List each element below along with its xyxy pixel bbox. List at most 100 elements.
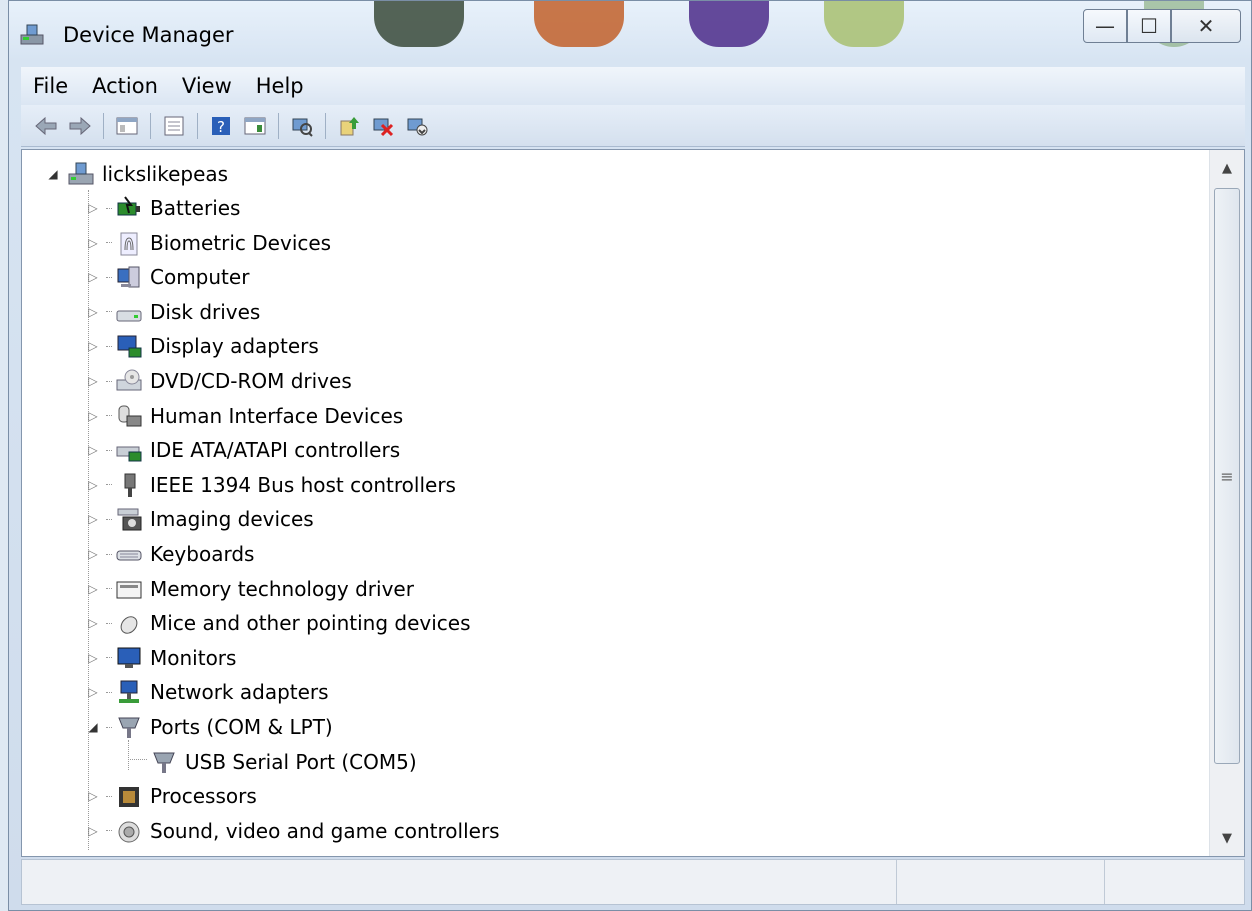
category-label: Keyboards [150, 542, 255, 566]
expand-arrow-icon[interactable]: ▷ [86, 339, 100, 353]
tree-category[interactable]: ▷ IDE ATA/ATAPI controllers [86, 433, 400, 467]
expand-arrow-icon[interactable]: ▷ [86, 443, 100, 457]
tree-connector [106, 242, 112, 244]
monitor-icon [114, 644, 144, 672]
tree-category[interactable]: ▷ Computer [86, 260, 249, 294]
maximize-icon: ☐ [1140, 14, 1158, 38]
category-label: Batteries [150, 196, 241, 220]
tree-category[interactable]: ▷ DVD/CD-ROM drives [86, 364, 351, 398]
category-label: Monitors [150, 645, 237, 670]
device-manager-app-icon [19, 23, 45, 47]
grip-icon: ≡ [1220, 466, 1234, 486]
category-label: Imaging devices [150, 507, 314, 532]
help-button[interactable]: ? [208, 113, 234, 139]
tree-category[interactable]: ▷ Imaging devices [86, 502, 314, 536]
expand-arrow-icon[interactable]: ▷ [86, 789, 100, 803]
update-driver-icon [340, 116, 359, 135]
maximize-button[interactable]: ☐ [1127, 9, 1171, 43]
expand-arrow-icon[interactable]: ▷ [86, 201, 100, 215]
uninstall-icon [373, 118, 394, 136]
tree-category[interactable]: ▷ Memory technology driver [86, 572, 414, 606]
scan-hardware-button[interactable] [289, 113, 315, 139]
tree-category[interactable]: ▷ Display adapters [86, 329, 318, 363]
expand-arrow-icon[interactable]: ▷ [86, 685, 100, 699]
status-separator [896, 860, 897, 904]
expand-arrow-icon[interactable]: ▷ [86, 270, 100, 284]
expand-arrow-icon[interactable]: ▷ [86, 512, 100, 526]
uninstall-button[interactable] [370, 113, 396, 139]
tree-category[interactable]: ▷ Batteries [86, 191, 240, 225]
device-manager-window: Device Manager — ☐ ✕ File Action View He… [8, 0, 1252, 911]
forward-button[interactable] [67, 113, 93, 139]
category-label: IEEE 1394 Bus host controllers [150, 472, 456, 497]
port-icon [114, 713, 144, 741]
processor-icon [114, 782, 144, 810]
scroll-down-button[interactable]: ▼ [1210, 820, 1244, 856]
expand-arrow-icon[interactable]: ▷ [86, 374, 100, 388]
expand-arrow-icon[interactable]: ▷ [86, 824, 100, 838]
show-hide-console-tree-button[interactable] [114, 113, 140, 139]
disable-icon [407, 118, 428, 135]
tree-category[interactable]: ▷ Disk drives [86, 295, 260, 329]
category-label: Processors [150, 784, 257, 809]
tree-connector [106, 795, 112, 797]
tree-root[interactable]: ◢ lickslikepeas [46, 157, 228, 191]
tree-device[interactable]: USB Serial Port (COM5) [128, 744, 417, 779]
menu-view[interactable]: View [170, 74, 244, 98]
expand-arrow-icon[interactable]: ▷ [86, 651, 100, 665]
tree-connector [106, 207, 112, 209]
toolbar-separator [103, 112, 104, 139]
computer-icon [66, 160, 96, 188]
menu-help[interactable]: Help [244, 74, 316, 98]
minimize-button[interactable]: — [1083, 9, 1127, 43]
tree-category[interactable]: ◢ Ports (COM & LPT) [86, 710, 332, 744]
tree-connector [106, 657, 112, 659]
toolbar-separator [150, 112, 151, 139]
tree-connector [106, 449, 112, 451]
collapse-arrow-icon[interactable]: ◢ [46, 167, 60, 181]
expand-arrow-icon[interactable]: ▷ [86, 616, 100, 630]
camera-icon [114, 505, 144, 533]
toolbar-separator [278, 112, 279, 139]
tree-category[interactable]: ▷ Mice and other pointing devices [86, 606, 470, 640]
menu-action[interactable]: Action [80, 74, 170, 98]
title-bar[interactable]: Device Manager — ☐ ✕ [9, 1, 1251, 67]
scroll-thumb[interactable]: ≡ [1214, 188, 1240, 764]
tree-category[interactable]: ▷ Processors [86, 779, 257, 813]
expand-arrow-icon[interactable]: ▷ [86, 305, 100, 319]
show-action-pane-button[interactable] [242, 113, 268, 139]
disable-button[interactable] [404, 113, 430, 139]
properties-button[interactable] [161, 113, 187, 139]
tree-category[interactable]: ▷ Keyboards [86, 537, 254, 571]
firewire-icon [114, 471, 144, 499]
category-label: Computer [150, 265, 250, 290]
close-button[interactable]: ✕ [1171, 9, 1241, 43]
tree-connector [106, 415, 112, 417]
expand-arrow-icon[interactable]: ▷ [86, 547, 100, 561]
expand-arrow-icon[interactable]: ▷ [86, 409, 100, 423]
expand-arrow-icon[interactable]: ▷ [86, 478, 100, 492]
root-label: lickslikepeas [102, 162, 229, 186]
partial-next-category [106, 850, 142, 856]
tree-category[interactable]: ▷ Monitors [86, 641, 236, 675]
collapse-arrow-icon[interactable]: ◢ [86, 720, 100, 734]
expand-arrow-icon[interactable]: ▷ [86, 236, 100, 250]
update-driver-button[interactable] [336, 113, 362, 139]
back-button[interactable] [33, 113, 59, 139]
tree-connector [106, 276, 112, 278]
menu-file[interactable]: File [21, 74, 80, 98]
scroll-up-button[interactable]: ▲ [1210, 150, 1244, 186]
toolbar-separator [325, 112, 326, 139]
dvd-drive-icon [114, 367, 144, 395]
tree-category[interactable]: ▷ Human Interface Devices [86, 399, 403, 433]
category-label: Network adapters [150, 680, 329, 705]
device-label: USB Serial Port (COM5) [185, 749, 417, 774]
vertical-scrollbar[interactable]: ▲ ≡ ▼ [1209, 150, 1244, 856]
tree-category[interactable]: ▷ Biometric Devices [86, 226, 331, 260]
tree-connector [106, 588, 112, 590]
expand-arrow-icon[interactable]: ▷ [86, 582, 100, 596]
tree-category[interactable]: ▷ Sound, video and game controllers [86, 814, 499, 848]
device-tree: ◢ lickslikepeas ▷ Batteries ▷ Biometric Dev… [22, 150, 1208, 856]
tree-category[interactable]: ▷ IEEE 1394 Bus host controllers [86, 468, 456, 502]
tree-category[interactable]: ▷ Network adapters [86, 675, 329, 709]
